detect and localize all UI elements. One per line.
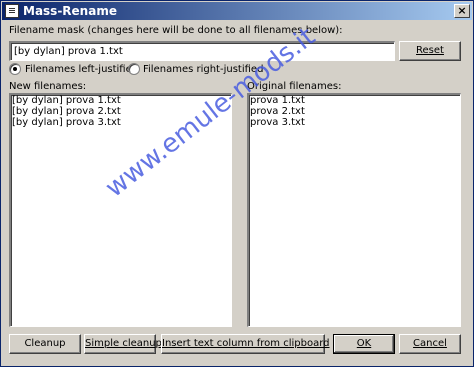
original-filenames-list[interactable]: prova 1.txt prova 2.txt prova 3.txt	[247, 93, 461, 327]
list-item[interactable]: prova 2.txt	[249, 106, 460, 117]
list-item[interactable]: [by dylan] prova 3.txt	[11, 117, 231, 128]
close-button[interactable]: ×	[454, 4, 470, 18]
rename-app-icon	[5, 4, 19, 18]
mask-label: Filename mask (changes here will be done…	[9, 25, 343, 36]
filename-mask-input[interactable]	[9, 41, 395, 61]
list-item[interactable]: [by dylan] prova 2.txt	[11, 106, 231, 117]
mass-rename-dialog: Mass-Rename × Filename mask (changes her…	[0, 0, 474, 367]
insert-text-column-button[interactable]: Insert text column from clipboard	[161, 334, 330, 354]
ok-button[interactable]: OK	[333, 334, 395, 354]
justify-right-radio[interactable]	[128, 63, 140, 75]
window-title: Mass-Rename	[23, 4, 117, 18]
cancel-label: Cancel	[413, 338, 447, 349]
new-filenames-list[interactable]: [by dylan] prova 1.txt [by dylan] prova …	[9, 93, 232, 327]
list-item[interactable]: [by dylan] prova 1.txt	[11, 95, 231, 106]
reset-button-label: Reset	[416, 45, 444, 56]
list-item[interactable]: prova 3.txt	[249, 117, 460, 128]
insert-text-column-label: Insert text column from clipboard	[162, 338, 330, 349]
original-filenames-label: Original filenames:	[247, 81, 342, 92]
cancel-button[interactable]: Cancel	[399, 334, 461, 354]
simple-cleanup-button[interactable]: Simple cleanup	[84, 334, 162, 354]
justify-left-label: Filenames left-justified	[25, 64, 139, 75]
justify-left-radio[interactable]	[9, 63, 21, 75]
reset-button[interactable]: Reset	[399, 41, 461, 61]
justify-right-label: Filenames right-justified	[143, 64, 264, 75]
new-filenames-label: New filenames:	[9, 81, 87, 92]
title-bar[interactable]: Mass-Rename ×	[2, 2, 472, 20]
simple-cleanup-label: Simple cleanup	[85, 338, 162, 349]
list-item[interactable]: prova 1.txt	[249, 95, 460, 106]
ok-label: OK	[356, 338, 372, 349]
cleanup-button[interactable]: Cleanup	[9, 334, 81, 354]
radio-selected-dot	[13, 67, 17, 71]
